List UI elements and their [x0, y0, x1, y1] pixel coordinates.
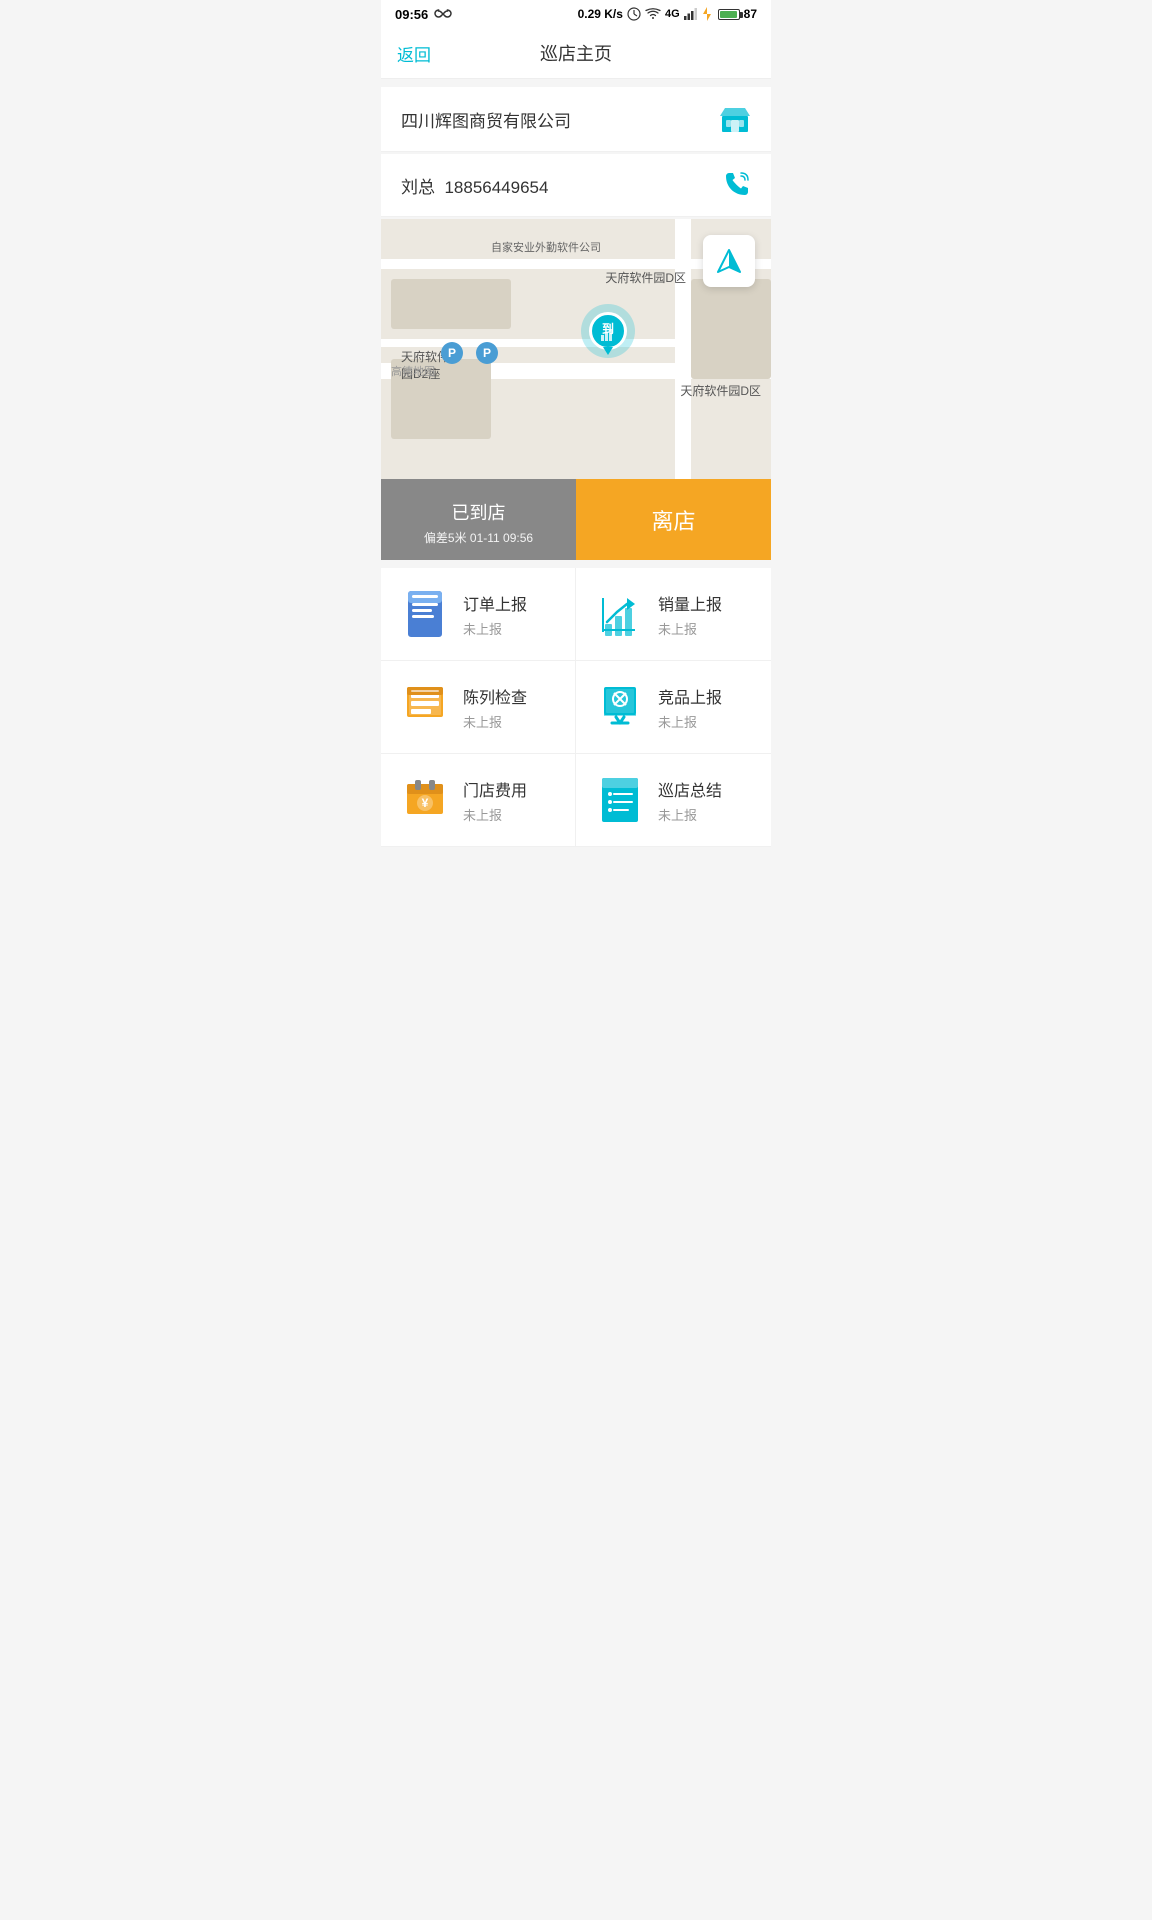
battery-icon — [718, 9, 740, 20]
wifi-icon — [645, 8, 661, 20]
store-name: 四川辉图商贸有限公司 — [401, 107, 571, 132]
feature-icon-summary — [596, 774, 644, 826]
order-icon — [404, 589, 446, 639]
map-container: 天府软件园D区 天府软件园D2座 自家安业外勤软件公司 天府软件园D区 P P … — [381, 219, 771, 479]
infinite-icon — [434, 7, 452, 21]
map-label-1: 天府软件园D区 — [605, 269, 686, 286]
feature-sub-order: 未上报 — [463, 619, 555, 638]
store-icon — [719, 103, 751, 135]
feature-icon-sales — [596, 588, 644, 640]
cost-icon: ¥ — [403, 776, 447, 824]
location-pin: 到 — [581, 304, 635, 358]
feature-sub-summary: 未上报 — [658, 805, 751, 824]
arrived-button[interactable]: 已到店 偏差5米 01-11 09:56 — [381, 479, 576, 560]
clock-icon — [627, 7, 641, 21]
back-button[interactable]: 返回 — [397, 41, 431, 66]
display-icon — [403, 683, 447, 731]
leave-button[interactable]: 离店 — [576, 479, 771, 560]
parking-badge-2: P — [476, 342, 498, 364]
map-label-3: 自家安业外勤软件公司 — [491, 239, 601, 255]
navigate-button[interactable] — [703, 235, 755, 287]
status-bar: 09:56 0.29 K/s 4G — [381, 0, 771, 28]
compete-icon — [598, 683, 642, 731]
feature-title-cost: 门店费用 — [463, 777, 555, 801]
status-time: 09:56 — [395, 7, 428, 22]
feature-title-order: 订单上报 — [463, 591, 555, 615]
nav-bar: 返回 巡店主页 — [381, 28, 771, 79]
feature-sub-display: 未上报 — [463, 712, 555, 731]
feature-icon-compete — [596, 681, 644, 733]
signal-icon — [684, 8, 698, 20]
summary-icon — [598, 776, 642, 824]
page-title: 巡店主页 — [540, 40, 612, 66]
svg-text:¥: ¥ — [422, 796, 429, 810]
gaode-logo: 高德地图 — [391, 363, 435, 379]
store-name-card: 四川辉图商贸有限公司 — [381, 87, 771, 152]
feature-item-display[interactable]: 陈列检查 未上报 — [381, 661, 576, 754]
feature-title-summary: 巡店总结 — [658, 777, 751, 801]
charging-icon — [702, 7, 712, 21]
contact-info: 刘总 18856449654 — [401, 173, 548, 198]
parking-badge: P — [441, 342, 463, 364]
contact-card: 刘总 18856449654 — [381, 154, 771, 217]
feature-item-compete[interactable]: 竞品上报 未上报 — [576, 661, 771, 754]
feature-item-cost[interactable]: ¥ 门店费用 未上报 — [381, 754, 576, 847]
feature-icon-order — [401, 588, 449, 640]
feature-title-sales: 销量上报 — [658, 591, 751, 615]
navigate-icon — [715, 247, 743, 275]
feature-sub-compete: 未上报 — [658, 712, 751, 731]
status-speed: 0.29 K/s — [578, 7, 623, 21]
sales-icon — [599, 590, 641, 638]
feature-item-sales[interactable]: 销量上报 未上报 — [576, 568, 771, 661]
feature-sub-sales: 未上报 — [658, 619, 751, 638]
feature-sub-cost: 未上报 — [463, 805, 555, 824]
feature-icon-cost: ¥ — [401, 774, 449, 826]
feature-title-display: 陈列检查 — [463, 684, 555, 708]
feature-title-compete: 竞品上报 — [658, 684, 751, 708]
feature-item-order[interactable]: 订单上报 未上报 — [381, 568, 576, 661]
pin-chart-icon — [601, 329, 615, 341]
map-label-4: 天府软件园D区 — [680, 382, 761, 399]
phone-icon[interactable] — [721, 170, 751, 200]
feature-grid: 订单上报 未上报 销量上报 未上报 陈列检查 未上报 — [381, 568, 771, 847]
network-type: 4G — [665, 8, 680, 20]
battery-level: 87 — [744, 7, 757, 21]
feature-icon-display — [401, 681, 449, 733]
feature-item-summary[interactable]: 巡店总结 未上报 — [576, 754, 771, 847]
action-row: 已到店 偏差5米 01-11 09:56 离店 — [381, 479, 771, 560]
